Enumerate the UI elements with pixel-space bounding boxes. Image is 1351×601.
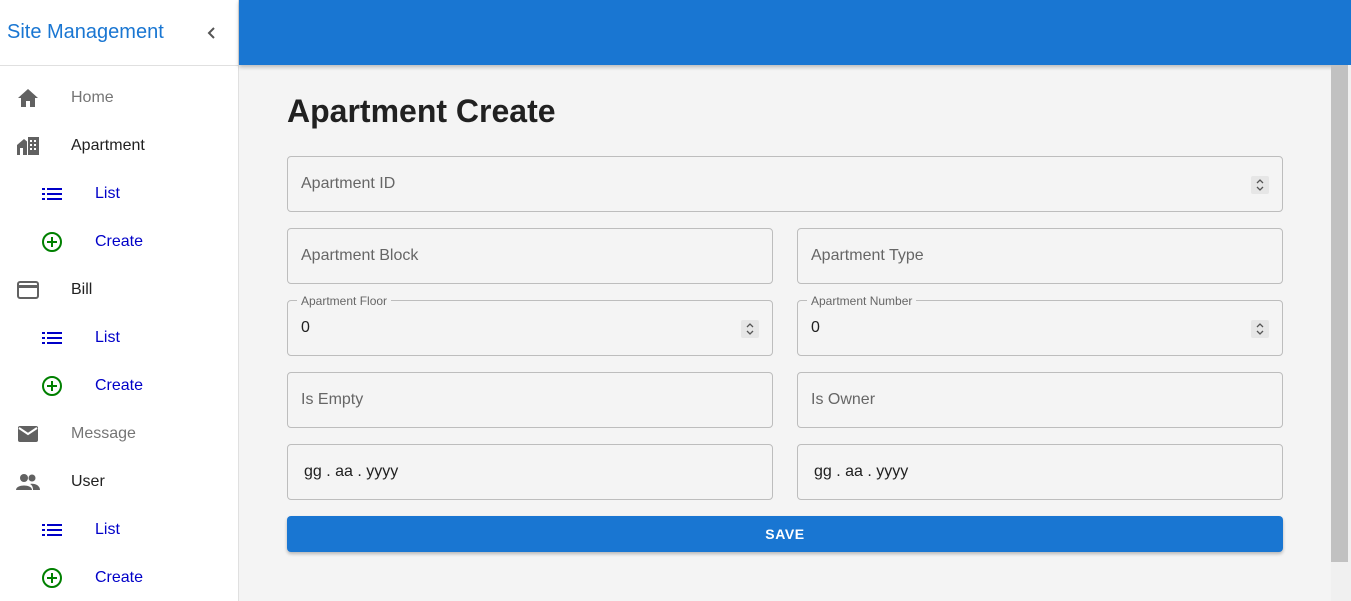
list-icon [39, 325, 65, 351]
sidebar-item-label: List [95, 185, 120, 202]
add-circle-icon [39, 229, 65, 255]
sidebar-item-label: Bill [71, 281, 93, 298]
apartment-type-field[interactable]: Apartment Type [797, 228, 1283, 284]
apartment-number-label: Apartment Number [807, 294, 917, 308]
list-icon [39, 181, 65, 207]
apartment-form: Apartment ID Apartment Block Apartment T… [287, 156, 1283, 552]
sidebar-item-user[interactable]: User [0, 458, 238, 506]
sidebar-item-apartment-create[interactable]: Create [0, 218, 238, 266]
list-icon [39, 517, 65, 543]
credit-card-icon [15, 277, 41, 303]
home-icon [15, 85, 41, 111]
scrollbar-thumb[interactable] [1331, 65, 1348, 562]
apartment-number-field[interactable]: Apartment Number 0 [797, 294, 1283, 356]
apartment-block-placeholder: Apartment Block [301, 247, 419, 264]
main-content: Apartment Create Apartment ID Apartment … [287, 65, 1283, 552]
sidebar-item-user-create[interactable]: Create [0, 554, 238, 601]
sidebar-item-label: Create [95, 377, 144, 394]
apartment-number-value: 0 [811, 319, 820, 336]
sidebar-nav: Home Apartment List Create Bill List Cre… [0, 66, 238, 601]
is-empty-placeholder: Is Empty [301, 391, 364, 408]
apartment-floor-field[interactable]: Apartment Floor 0 [287, 294, 773, 356]
apartment-id-placeholder: Apartment ID [301, 175, 396, 192]
sidebar-item-label: Create [95, 233, 144, 250]
apartment-id-field[interactable]: Apartment ID [287, 156, 1283, 212]
sidebar-item-user-list[interactable]: List [0, 506, 238, 554]
apartment-floor-label: Apartment Floor [297, 294, 392, 308]
add-circle-icon [39, 373, 65, 399]
sidebar-item-label: List [95, 329, 120, 346]
page-title: Apartment Create [287, 93, 556, 129]
sidebar-item-label: Create [95, 569, 144, 586]
apartment-block-field[interactable]: Apartment Block [287, 228, 773, 284]
date-field-2[interactable]: gg . aa . yyyy [797, 444, 1283, 500]
number-spinner-icon[interactable] [741, 320, 759, 338]
is-empty-field[interactable]: Is Empty [287, 372, 773, 428]
sidebar-item-label: User [71, 473, 105, 490]
number-spinner-icon[interactable] [1251, 176, 1269, 194]
number-spinner-icon[interactable] [1251, 320, 1269, 338]
sidebar-item-label: Message [71, 425, 136, 442]
apartment-type-placeholder: Apartment Type [811, 247, 924, 264]
sidebar-item-apartment-list[interactable]: List [0, 170, 238, 218]
is-owner-placeholder: Is Owner [811, 391, 876, 408]
chevron-left-icon[interactable] [206, 26, 218, 40]
people-icon [15, 469, 41, 495]
app-bar [239, 0, 1351, 65]
sidebar-item-bill-create[interactable]: Create [0, 362, 238, 410]
sidebar-item-home[interactable]: Home [0, 74, 238, 122]
mail-icon [15, 421, 41, 447]
sidebar-item-label: List [95, 521, 120, 538]
date-placeholder: gg . aa . yyyy [814, 463, 909, 480]
sidebar-item-bill[interactable]: Bill [0, 266, 238, 314]
sidebar-item-apartment[interactable]: Apartment [0, 122, 238, 170]
date-field-1[interactable]: gg . aa . yyyy [287, 444, 773, 500]
add-circle-icon [39, 565, 65, 591]
sidebar-header: Site Management [0, 0, 238, 66]
date-placeholder: gg . aa . yyyy [304, 463, 399, 480]
save-button[interactable]: SAVE [287, 516, 1283, 552]
apartment-floor-value: 0 [301, 319, 310, 336]
sidebar: Site Management Home Apartment List Crea… [0, 0, 239, 601]
sidebar-item-message[interactable]: Message [0, 410, 238, 458]
sidebar-item-bill-list[interactable]: List [0, 314, 238, 362]
apartment-icon [15, 133, 41, 159]
app-title: Site Management [7, 21, 164, 43]
sidebar-item-label: Apartment [71, 137, 145, 154]
is-owner-field[interactable]: Is Owner [797, 372, 1283, 428]
sidebar-item-label: Home [71, 89, 114, 106]
